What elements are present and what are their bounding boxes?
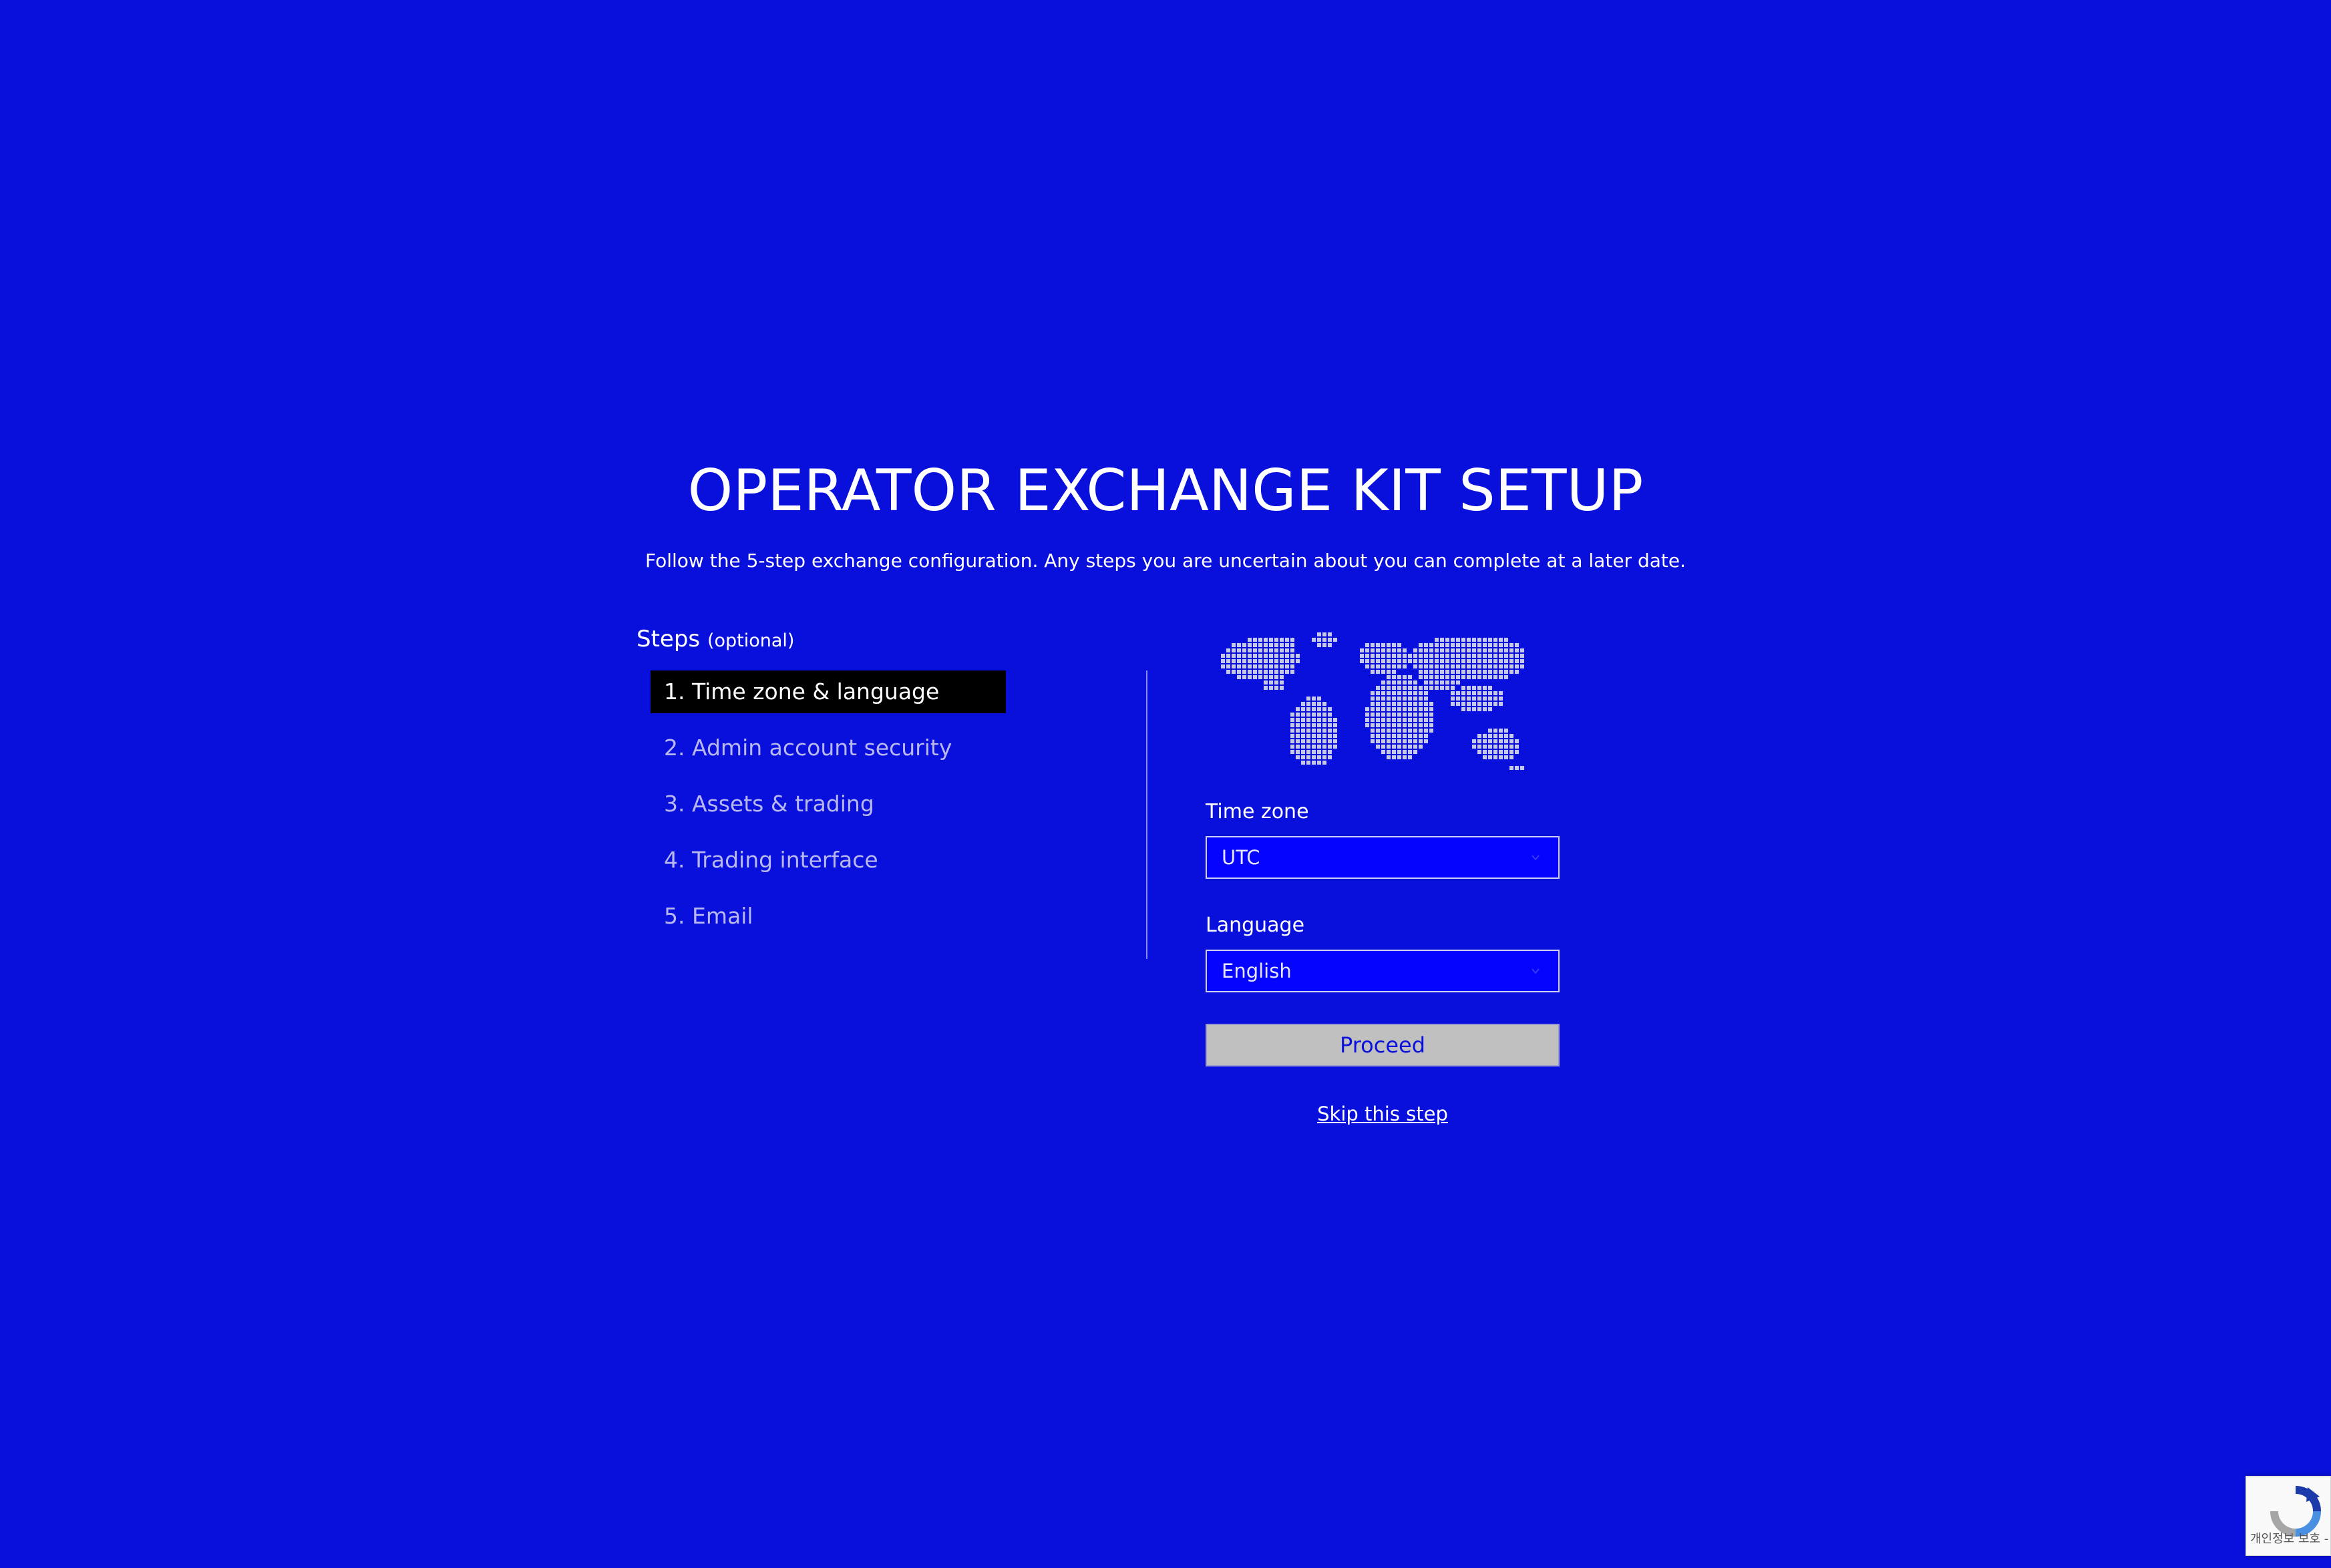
- step-item-admin-security[interactable]: 2. Admin account security: [651, 727, 1006, 769]
- step-item-timezone-language[interactable]: 1. Time zone & language: [651, 670, 1006, 713]
- steps-optional-note: (optional): [707, 630, 795, 651]
- proceed-button[interactable]: Proceed: [1206, 1024, 1560, 1066]
- step-item-assets-trading[interactable]: 3. Assets & trading: [651, 783, 1006, 825]
- recaptcha-icon: [2270, 1486, 2321, 1537]
- steps-heading: Steps (optional): [637, 624, 794, 656]
- section-divider: [1146, 670, 1147, 959]
- chevron-down-icon: [1532, 855, 1540, 861]
- chevron-down-icon: [1532, 968, 1540, 974]
- page-subtitle: Follow the 5-step exchange configuration…: [645, 550, 1686, 572]
- step-item-email[interactable]: 5. Email: [651, 895, 1006, 938]
- steps-heading-label: Steps: [637, 626, 701, 652]
- language-select[interactable]: English: [1206, 950, 1560, 992]
- timezone-select-value: UTC: [1222, 846, 1260, 869]
- recaptcha-badge[interactable]: 개인정보 보호 - 약관: [2246, 1476, 2331, 1556]
- page-title: OPERATOR EXCHANGE KIT SETUP: [687, 457, 1644, 524]
- skip-step-link[interactable]: Skip this step: [1206, 1101, 1560, 1127]
- steps-list: 1. Time zone & language 2. Admin account…: [651, 670, 1006, 951]
- recaptcha-privacy-text: 개인정보 보호 - 약관: [2250, 1532, 2330, 1546]
- timezone-label: Time zone: [1206, 800, 1309, 823]
- step-item-trading-interface[interactable]: 4. Trading interface: [651, 839, 1006, 881]
- language-select-value: English: [1222, 960, 1292, 982]
- world-map-icon: [1221, 632, 1524, 770]
- timezone-select[interactable]: UTC: [1206, 836, 1560, 879]
- language-label: Language: [1206, 914, 1305, 937]
